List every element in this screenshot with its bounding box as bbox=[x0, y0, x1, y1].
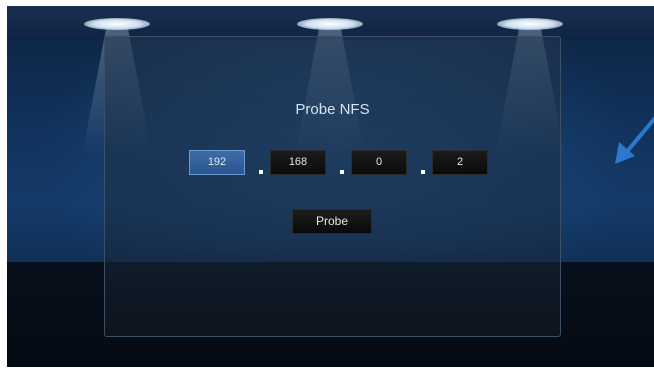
spotlight bbox=[497, 18, 563, 30]
ip-octet-1-input[interactable]: 192 bbox=[189, 150, 245, 175]
tv-screen: Probe NFS 192 168 0 2 Probe bbox=[7, 6, 654, 367]
ip-octet-3-input[interactable]: 0 bbox=[351, 150, 407, 175]
dialog-title: Probe NFS bbox=[295, 101, 370, 118]
ip-separator-dot bbox=[340, 170, 344, 174]
probe-nfs-dialog: Probe NFS 192 168 0 2 Probe bbox=[104, 36, 561, 337]
spotlight bbox=[84, 18, 150, 30]
ip-octet-4-input[interactable]: 2 bbox=[432, 150, 488, 175]
probe-button[interactable]: Probe bbox=[292, 209, 372, 234]
arrow-down-left-icon bbox=[615, 116, 654, 164]
ip-separator-dot bbox=[259, 170, 263, 174]
spotlight bbox=[297, 18, 363, 30]
ip-separator-dot bbox=[421, 170, 425, 174]
ip-octet-2-input[interactable]: 168 bbox=[270, 150, 326, 175]
